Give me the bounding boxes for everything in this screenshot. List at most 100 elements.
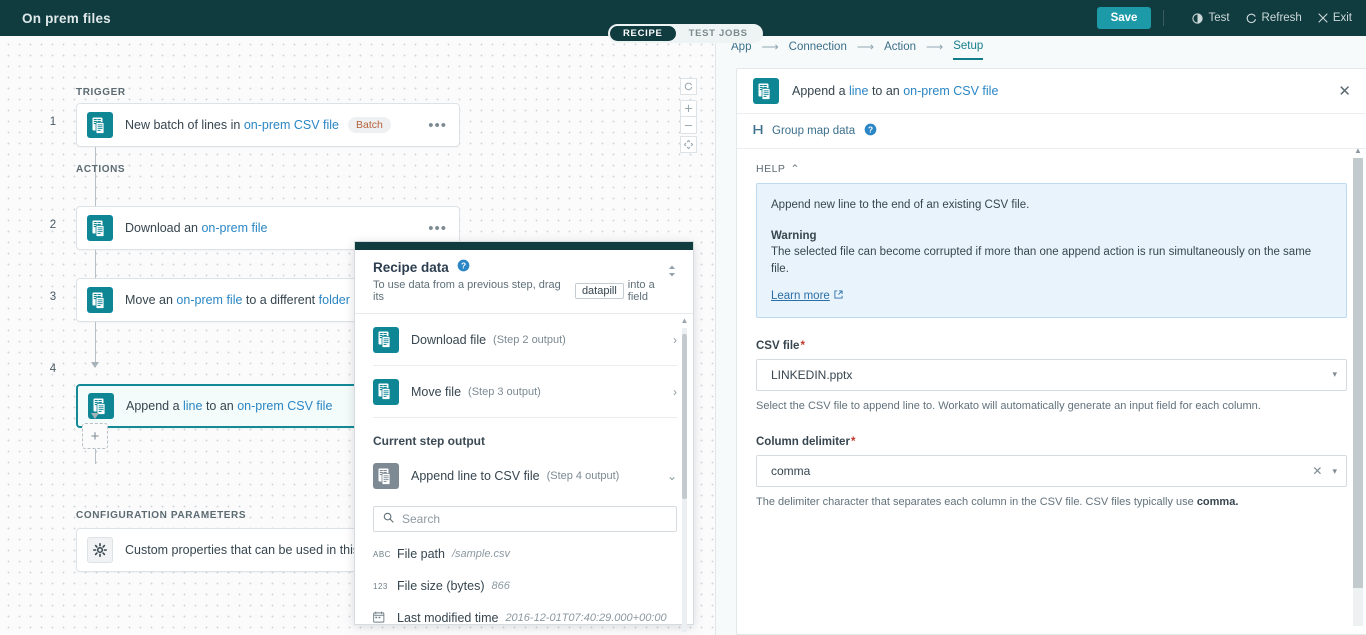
datapill-value: 2016-12-01T07:40:29.000+00:00 [505,612,666,624]
step-menu-1[interactable]: ••• [428,118,447,133]
exit-label: Exit [1333,12,1352,24]
breadcrumb-app[interactable]: App [731,41,751,59]
breadcrumb-action[interactable]: Action [884,41,916,59]
datatree-row-current-step[interactable]: Append line to CSV file (Step 4 output) … [373,454,677,498]
close-panel-icon[interactable]: ✕ [1338,84,1351,99]
page-title: On prem files [22,11,111,26]
step-card-trigger[interactable]: New batch of lines in on-prem CSV file B… [76,103,460,147]
delimiter-select[interactable]: comma ✕ ▾ [756,455,1347,487]
type-number-icon: 123 [373,582,397,591]
expand-collapse-icon[interactable] [667,264,677,283]
chevron-right-icon[interactable]: › [673,385,677,399]
popover-scrollbar[interactable]: ▲ ▼ [680,314,689,635]
delimiter-hint-pre: The delimiter character that separates e… [756,496,1197,508]
canvas-refresh-button[interactable] [680,78,697,95]
chevron-right-icon[interactable]: › [673,333,677,347]
step-label-4: Append a line to an on-prem CSV file [126,399,332,413]
panel-scrollbar[interactable]: ▲ [1353,146,1363,626]
view-tabs: RECIPE TEST JOBS [608,24,763,43]
datapill-last-modified[interactable]: Last modified time 2016-12-01T07:40:29.0… [373,602,677,634]
step-number-2: 2 [44,219,62,231]
gear-icon [87,537,113,563]
datapill-value: /sample.csv [452,548,510,560]
group-map-data-row[interactable]: Group map data ? [737,113,1366,149]
datapill-file-size[interactable]: 123 File size (bytes) 866 [373,570,677,602]
breadcrumb-connection[interactable]: Connection [789,41,847,59]
csv-file-icon [87,287,113,313]
canvas-zoom-controls[interactable] [680,100,697,134]
title-pre: Append a [792,84,849,98]
arrow-right-icon: ⟶ [857,40,874,60]
learn-more-label: Learn more [771,290,830,302]
step-label-1: New batch of lines in on-prem CSV file [125,118,339,132]
help-callout: Append new line to the end of an existin… [756,183,1347,318]
connector-line [95,322,96,362]
help-icon[interactable]: ? [457,259,470,275]
required-marker: * [800,340,804,352]
test-label: Test [1208,12,1229,24]
datatree-sublabel: (Step 4 output) [547,470,620,482]
step-text-post: to an [202,399,237,413]
csv-file-select[interactable]: LINKEDIN.pptx ▾ [756,359,1347,391]
learn-more-link[interactable]: Learn more [771,290,843,302]
topbar-actions: Save Test Refresh Exit [1097,0,1352,36]
zoom-in-button[interactable] [680,100,697,117]
scrollbar-thumb[interactable] [682,334,687,499]
help-icon[interactable]: ? [864,123,877,139]
canvas-fit-button[interactable] [680,136,697,153]
canvas-refresh-icon[interactable] [680,78,697,95]
chevron-down-icon[interactable]: ▾ [1332,369,1337,380]
datapill-value: 866 [492,580,510,592]
actions-section-label: ACTIONS [76,164,125,175]
setup-form: HELP ⌃ Append new line to the end of an … [737,149,1366,634]
step-text-link: on-prem CSV file [244,118,339,132]
datatree-row-move-file[interactable]: Move file (Step 3 output) › [373,366,677,418]
recipe-data-popover[interactable]: Recipe data ? To use data from a previou… [354,241,694,625]
delimiter-label: Column delimiter* [756,436,1347,448]
help-section-toggle[interactable]: HELP ⌃ [756,163,1347,175]
csv-file-icon [373,327,399,353]
search-icon [383,510,394,528]
add-step-button[interactable]: + [82,423,108,449]
csv-file-icon-muted [373,463,399,489]
refresh-button[interactable]: Refresh [1246,12,1302,24]
chevron-down-icon[interactable]: ⌄ [667,469,677,483]
csv-file-label: CSV file* [756,340,1347,352]
step-menu-2[interactable]: ••• [428,221,447,236]
zoom-out-button[interactable] [680,117,697,134]
scrollbar-thumb[interactable] [1353,158,1363,588]
fit-to-screen-icon[interactable] [680,136,697,153]
datapill-search[interactable] [373,506,677,532]
scroll-up-icon[interactable]: ▲ [1353,146,1363,155]
popover-title: Recipe data [373,260,449,275]
popover-header: Recipe data ? To use data from a previou… [355,250,693,314]
arrow-right-icon: ⟶ [926,40,943,60]
popover-accent-bar [355,242,693,250]
csv-file-value: LINKEDIN.pptx [771,368,852,382]
step-text-link2: on-prem CSV file [237,399,332,413]
chevron-down-icon[interactable]: ▾ [1332,466,1337,477]
tab-recipe[interactable]: RECIPE [610,26,676,41]
breadcrumb-setup[interactable]: Setup [953,40,983,60]
datapill-file-path[interactable]: ABC File path /sample.csv [373,538,677,570]
tab-test-jobs[interactable]: TEST JOBS [676,26,761,41]
save-button[interactable]: Save [1097,7,1152,29]
step-text-post: to a different [242,293,318,307]
action-card-header: Append a line to an on-prem CSV file ✕ [737,69,1366,113]
datapill-label: File path [397,547,445,561]
test-button[interactable]: Test [1192,12,1229,24]
datatree-row-download-file[interactable]: Download file (Step 2 output) › [373,314,677,366]
chevron-up-icon: ⌃ [790,163,799,175]
popover-body[interactable]: Download file (Step 2 output) › [355,314,693,635]
scroll-up-icon[interactable]: ▲ [680,316,689,325]
group-map-data-icon [753,124,763,138]
csv-file-hint: Select the CSV file to append line to. W… [756,399,1347,414]
group-map-data-label: Group map data [772,125,855,137]
step-label-2: Download an on-prem file [125,221,267,235]
clear-icon[interactable]: ✕ [1312,464,1322,478]
delimiter-hint: The delimiter character that separates e… [756,495,1347,510]
search-input[interactable] [402,512,667,526]
exit-button[interactable]: Exit [1318,12,1352,24]
help-warning-title: Warning [771,228,1332,245]
popover-scroll-area[interactable]: Download file (Step 2 output) › [355,314,693,635]
